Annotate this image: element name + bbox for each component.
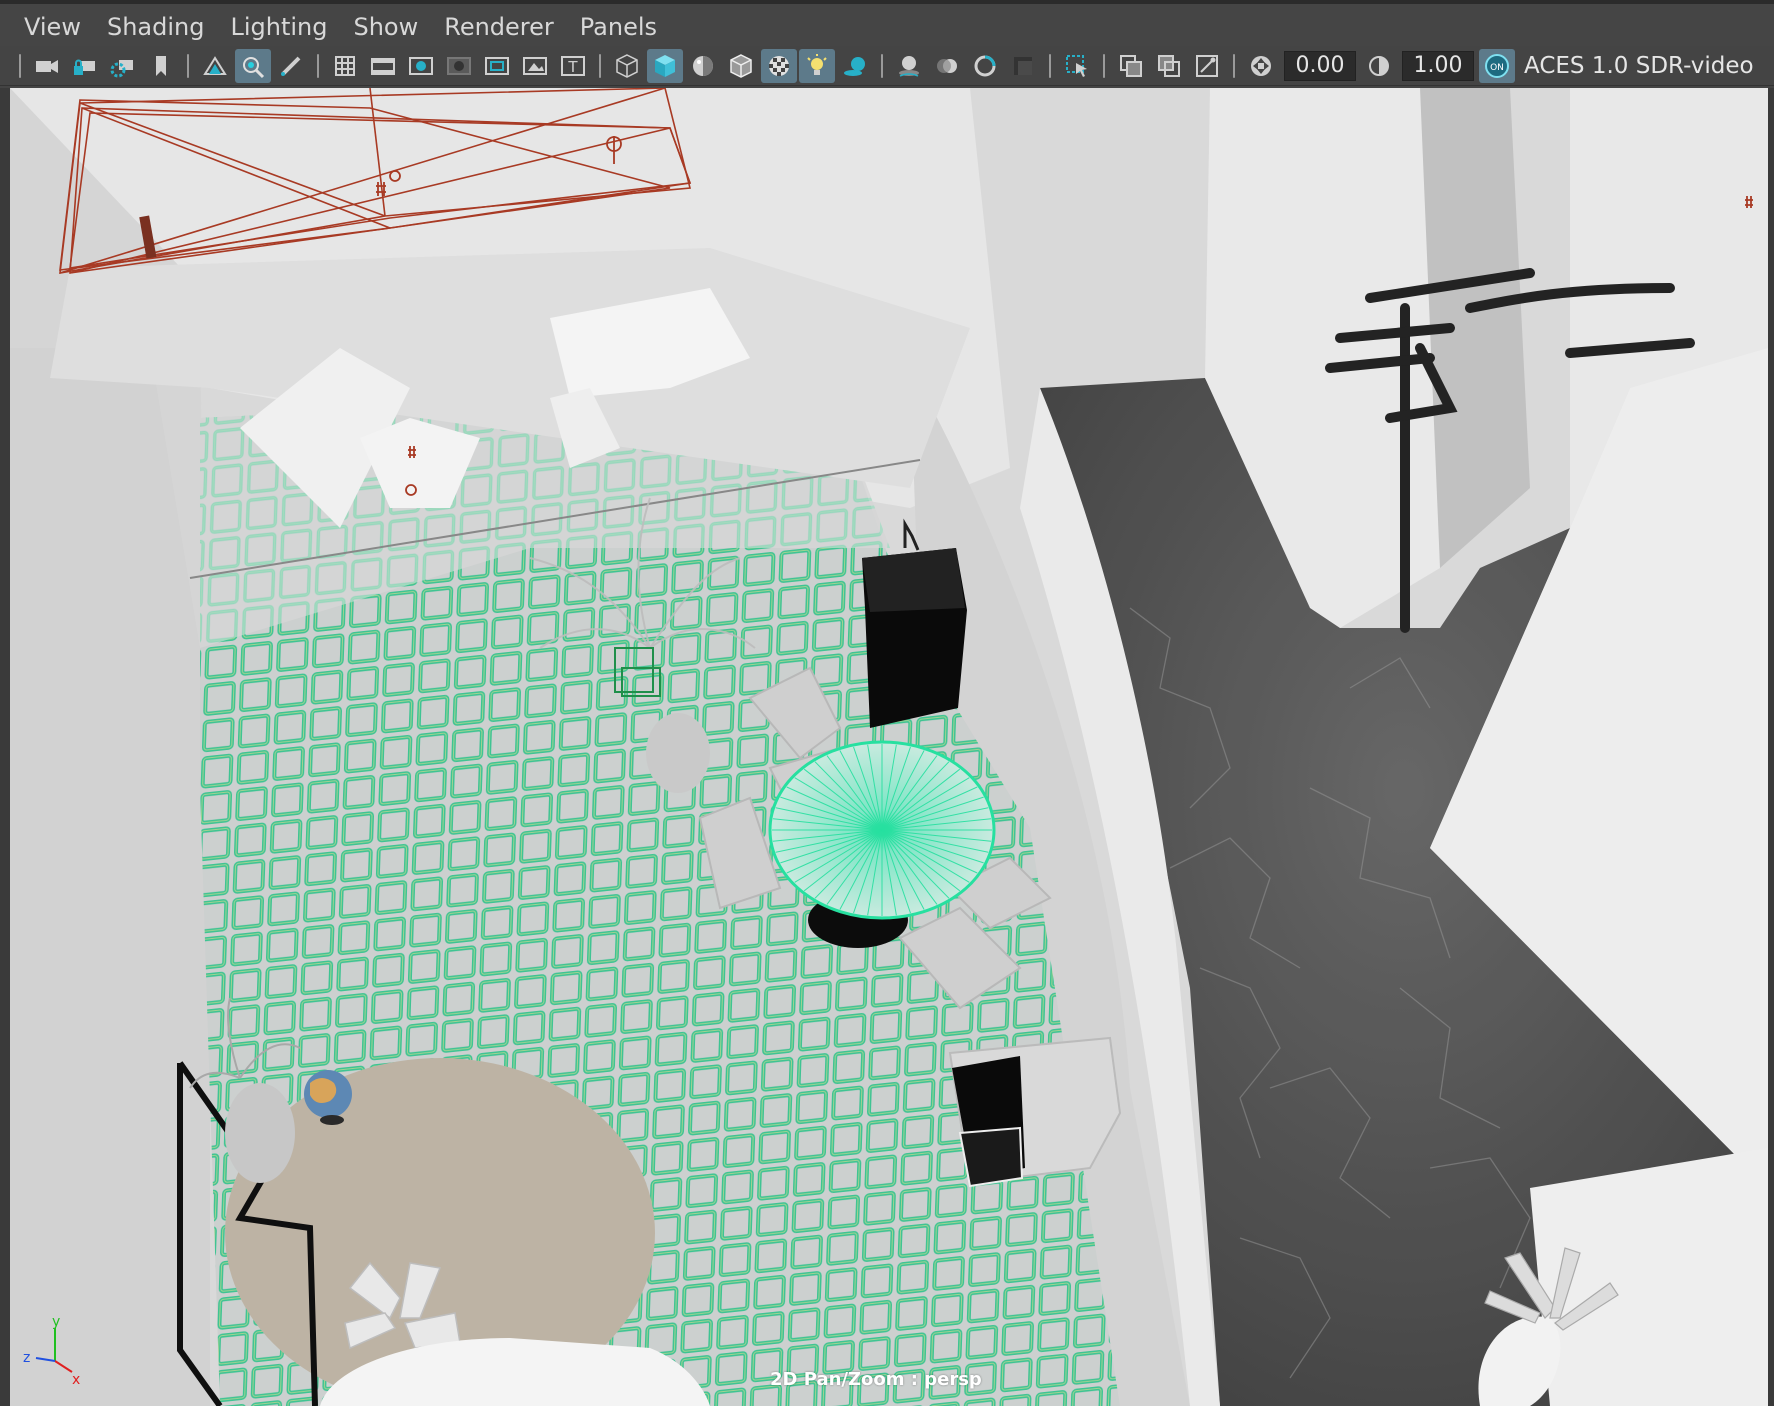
panel-border-left bbox=[0, 88, 10, 1406]
menu-view[interactable]: View bbox=[0, 5, 94, 49]
use-all-lights-icon[interactable] bbox=[799, 48, 835, 83]
xray-icon[interactable] bbox=[1113, 49, 1149, 83]
safe-title-icon[interactable]: T bbox=[555, 49, 591, 83]
grid-icon[interactable] bbox=[327, 49, 363, 83]
textured-icon[interactable] bbox=[761, 48, 797, 83]
grease-pencil-icon[interactable] bbox=[273, 49, 309, 83]
field-chart-icon[interactable] bbox=[479, 49, 515, 83]
toolbar-separator bbox=[1048, 51, 1052, 81]
safe-action-icon[interactable] bbox=[517, 49, 553, 83]
depth-of-field-icon[interactable] bbox=[1005, 49, 1041, 83]
toolbar-separator bbox=[18, 51, 22, 81]
toolbar-separator bbox=[1102, 51, 1106, 81]
lock-camera-icon[interactable] bbox=[67, 49, 103, 83]
isolate-select-icon[interactable] bbox=[1059, 49, 1095, 83]
2d-pan-zoom-icon[interactable] bbox=[235, 48, 271, 83]
toolbar-separator bbox=[880, 51, 884, 81]
hud-camera-label: 2D Pan/Zoom : persp bbox=[770, 1369, 982, 1390]
wireframe-icon[interactable] bbox=[609, 49, 645, 83]
color-management-icon[interactable]: ON bbox=[1479, 48, 1515, 83]
anti-aliasing-icon[interactable] bbox=[967, 49, 1003, 83]
axis-z-label: z bbox=[23, 1350, 30, 1366]
maya-viewport-panel: View Shading Lighting Show Renderer Pane… bbox=[0, 0, 1774, 1406]
xray-active-components-icon[interactable] bbox=[1151, 49, 1187, 83]
panel-border-right bbox=[1768, 88, 1774, 1406]
smooth-shade-icon[interactable] bbox=[647, 48, 683, 83]
scene-render bbox=[10, 88, 1768, 1406]
xray-joints-icon[interactable] bbox=[1189, 49, 1225, 83]
view-axis-gizmo: y x z bbox=[23, 1316, 80, 1386]
camera-attributes-icon[interactable] bbox=[105, 49, 141, 83]
menu-renderer[interactable]: Renderer bbox=[431, 5, 567, 49]
gamma-input[interactable]: 1.00 bbox=[1402, 50, 1474, 81]
3d-viewport[interactable]: y x z 2D Pan/Zoom : persp bbox=[10, 88, 1768, 1406]
gamma-icon[interactable] bbox=[1361, 49, 1397, 83]
exposure-icon[interactable] bbox=[1243, 49, 1279, 83]
camera-icon[interactable] bbox=[29, 49, 65, 83]
toolbar-separator bbox=[1232, 51, 1236, 81]
axis-x-label: x bbox=[72, 1372, 80, 1386]
default-material-icon[interactable] bbox=[685, 49, 721, 83]
image-plane-icon[interactable] bbox=[197, 49, 233, 83]
motion-blur-icon[interactable] bbox=[929, 49, 965, 83]
wireframe-on-shaded-icon[interactable] bbox=[723, 49, 759, 83]
exposure-input[interactable]: 0.00 bbox=[1284, 50, 1356, 81]
svg-text:T: T bbox=[567, 58, 578, 76]
film-gate-icon[interactable] bbox=[365, 49, 401, 83]
menu-shading[interactable]: Shading bbox=[94, 5, 218, 49]
toolbar-separator bbox=[186, 51, 190, 81]
panel-menu-bar: View Shading Lighting Show Renderer Pane… bbox=[0, 0, 1774, 50]
color-management-label: ON bbox=[1490, 63, 1504, 73]
gate-mask-icon[interactable] bbox=[441, 49, 477, 83]
menu-lighting[interactable]: Lighting bbox=[217, 5, 340, 49]
toolbar-separator bbox=[316, 51, 320, 81]
menu-show[interactable]: Show bbox=[340, 5, 431, 49]
menu-panels[interactable]: Panels bbox=[567, 5, 670, 49]
screen-space-ao-icon[interactable] bbox=[891, 49, 927, 83]
view-transform-label[interactable]: ACES 1.0 SDR-video bbox=[1524, 53, 1754, 79]
axis-y-label: y bbox=[52, 1316, 60, 1330]
shadows-icon[interactable] bbox=[837, 49, 873, 83]
bookmark-icon[interactable] bbox=[143, 49, 179, 83]
toolbar-separator bbox=[598, 51, 602, 81]
panel-toolbar: T 0.00 1.00 ON ACES 1.0 SDR-video bbox=[0, 46, 1774, 86]
resolution-gate-icon[interactable] bbox=[403, 49, 439, 83]
